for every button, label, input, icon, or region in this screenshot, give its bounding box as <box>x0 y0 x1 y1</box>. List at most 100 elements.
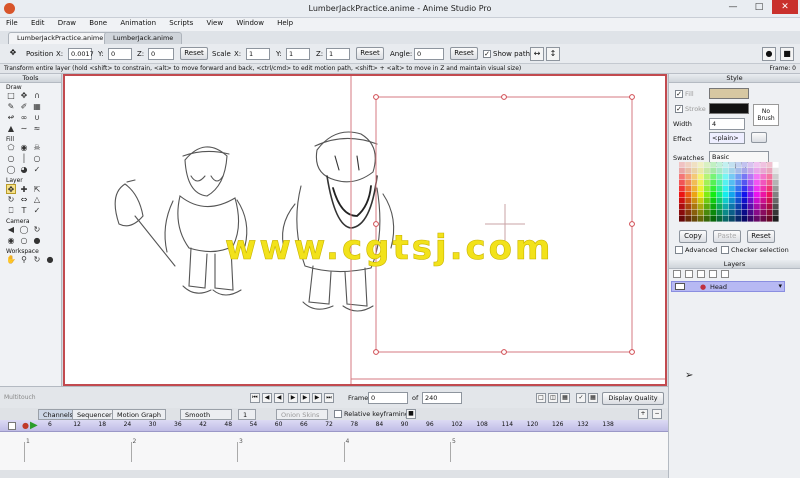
color-swatch[interactable] <box>722 198 729 204</box>
color-swatch[interactable] <box>710 168 717 174</box>
color-swatch[interactable] <box>704 168 710 174</box>
color-swatch[interactable] <box>679 180 685 186</box>
stroke-checkbox[interactable]: ✓ <box>675 105 683 113</box>
color-swatch[interactable] <box>754 174 760 180</box>
stroke-color-swatch[interactable] <box>709 103 749 114</box>
color-swatch[interactable] <box>685 162 692 168</box>
minimize-icon[interactable]: — <box>720 0 746 14</box>
color-swatches-grid[interactable] <box>679 162 779 222</box>
color-swatch[interactable] <box>729 216 735 222</box>
color-swatch[interactable] <box>697 180 704 186</box>
color-swatch[interactable] <box>697 198 704 204</box>
color-swatch[interactable] <box>710 192 717 198</box>
color-swatch[interactable] <box>679 168 685 174</box>
color-swatch[interactable] <box>735 174 742 180</box>
select-shape-icon[interactable]: ⬠ <box>6 143 16 153</box>
effect-select[interactable]: <plain> <box>709 132 745 144</box>
view-split-icon[interactable]: ◫ <box>548 393 558 403</box>
total-frames-input[interactable]: 240 <box>422 392 462 404</box>
color-swatch[interactable] <box>735 168 742 174</box>
color-swatch[interactable] <box>735 204 742 210</box>
canvas-frame[interactable]: www.cgtsj.com <box>63 74 667 386</box>
delete-edge-icon[interactable]: ○ <box>6 154 16 164</box>
color-swatch[interactable] <box>697 216 704 222</box>
color-swatch[interactable] <box>697 192 704 198</box>
color-swatch[interactable] <box>747 210 754 216</box>
color-swatch[interactable] <box>772 174 779 180</box>
color-swatch[interactable] <box>697 210 704 216</box>
translate-layer-icon[interactable]: ✚ <box>19 185 29 195</box>
color-swatch[interactable] <box>747 198 754 204</box>
color-swatch[interactable] <box>735 186 742 192</box>
color-swatch[interactable] <box>741 186 748 192</box>
color-swatch[interactable] <box>729 198 735 204</box>
color-swatch[interactable] <box>760 162 767 168</box>
color-swatch[interactable] <box>772 216 779 222</box>
step-back-icon[interactable]: ◀ <box>262 393 272 403</box>
timeline-scrollbar[interactable] <box>0 470 668 478</box>
fill-checkbox[interactable]: ✓ <box>675 90 683 98</box>
color-swatch[interactable] <box>747 174 754 180</box>
bend-icon[interactable]: ∼ <box>19 124 29 134</box>
layer-row-head[interactable]: ● Head ▾ <box>671 281 785 292</box>
color-swatch[interactable] <box>754 210 760 216</box>
color-swatch[interactable] <box>760 168 767 174</box>
color-swatch[interactable] <box>716 210 723 216</box>
color-swatch[interactable] <box>741 216 748 222</box>
color-swatch[interactable] <box>704 198 710 204</box>
color-swatch[interactable] <box>679 162 685 168</box>
delete-layer-icon[interactable] <box>709 270 717 278</box>
scale-z-input[interactable]: 1 <box>326 48 350 60</box>
grid-icon[interactable]: ▦ <box>588 393 598 403</box>
rotate-layer-icon[interactable]: ↻ <box>6 195 16 205</box>
rotate-workspace-icon[interactable]: ↻ <box>32 255 42 265</box>
color-swatch[interactable] <box>691 192 698 198</box>
interpolation-dropdown[interactable]: Smooth <box>180 409 232 420</box>
color-swatch[interactable] <box>772 204 779 210</box>
position-y-input[interactable]: 0 <box>108 48 132 60</box>
shear-icon[interactable]: ▲ <box>6 124 16 134</box>
color-swatch[interactable] <box>716 198 723 204</box>
color-swatch[interactable] <box>729 168 735 174</box>
color-swatch[interactable] <box>766 180 773 186</box>
zoom-camera-icon[interactable]: ◯ <box>19 225 29 235</box>
pan-tilt-camera-icon[interactable]: ◉ <box>6 236 16 246</box>
display-quality-dropdown[interactable]: Display Quality <box>602 392 664 405</box>
menu-animation[interactable]: Animation <box>114 18 161 27</box>
perspective-icon[interactable]: ∪ <box>32 113 42 123</box>
layer-settings-icon[interactable] <box>721 270 729 278</box>
timeline-track[interactable]: 1 2 3 4 5 <box>0 432 668 472</box>
zoom-in-timeline-icon[interactable]: + <box>638 409 648 419</box>
color-swatch[interactable] <box>747 180 754 186</box>
color-swatch[interactable] <box>679 186 685 192</box>
color-swatch[interactable] <box>741 168 748 174</box>
color-swatch[interactable] <box>704 162 710 168</box>
position-z-input[interactable]: 0 <box>148 48 174 60</box>
color-swatch[interactable] <box>691 180 698 186</box>
color-swatch[interactable] <box>710 210 717 216</box>
color-swatch[interactable] <box>710 162 717 168</box>
color-swatch[interactable] <box>704 180 710 186</box>
color-swatch[interactable] <box>685 198 692 204</box>
effect-settings-button[interactable] <box>751 132 767 143</box>
color-swatch[interactable] <box>754 168 760 174</box>
color-swatch[interactable] <box>704 210 710 216</box>
menu-bone[interactable]: Bone <box>83 18 112 27</box>
color-swatch[interactable] <box>679 198 685 204</box>
color-swatch[interactable] <box>679 216 685 222</box>
color-swatch[interactable] <box>766 186 773 192</box>
color-swatch[interactable] <box>685 168 692 174</box>
color-swatch[interactable] <box>760 180 767 186</box>
color-swatch[interactable] <box>760 174 767 180</box>
reset-scale-button[interactable]: Reset <box>356 47 384 60</box>
frame-input[interactable]: 0 <box>368 392 408 404</box>
color-swatch[interactable] <box>754 186 760 192</box>
color-swatch[interactable] <box>716 162 723 168</box>
color-swatch[interactable] <box>704 192 710 198</box>
menu-file[interactable]: File <box>0 18 23 27</box>
color-swatch[interactable] <box>691 210 698 216</box>
stroke-exposure-icon[interactable]: ◯ <box>6 165 16 175</box>
color-swatch[interactable] <box>691 174 698 180</box>
curvature-icon[interactable]: ∩ <box>32 91 42 101</box>
position-x-input[interactable]: 0.0017 <box>68 48 94 60</box>
